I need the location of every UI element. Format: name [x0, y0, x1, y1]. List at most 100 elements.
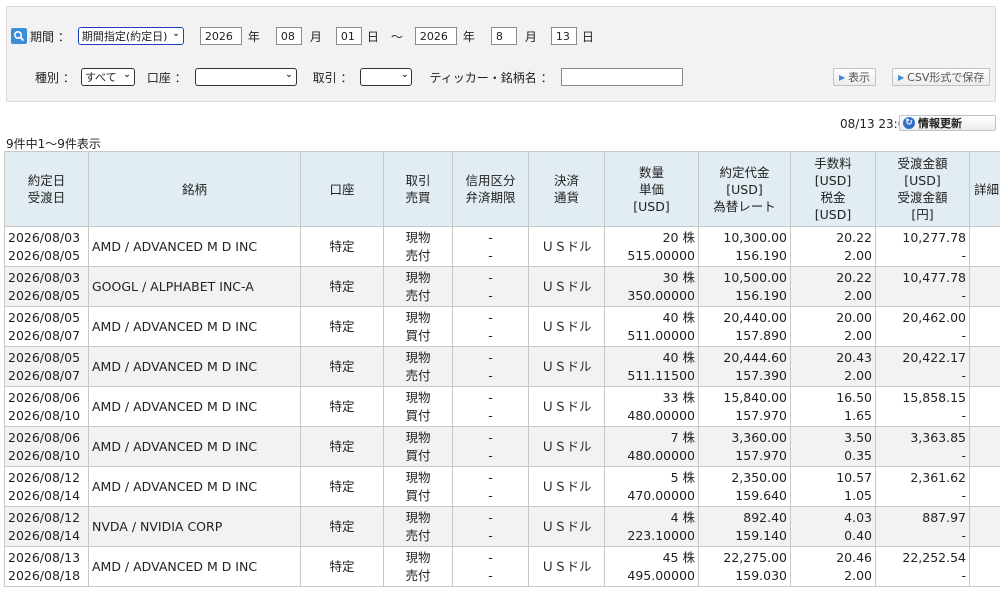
settle-cell: 20,422.17- [875, 346, 970, 387]
currency-cell: ＵＳドル [528, 226, 605, 267]
table-row[interactable]: 2026/08/05 2026/08/07 AMD / ADVANCED M D I… [4, 346, 1000, 387]
account-label: 口座 ： [146, 70, 187, 85]
csv-save-button[interactable]: ▶ CSV形式で保存 [892, 68, 991, 86]
settle-cell: 3,363.85- [875, 426, 970, 467]
table-row[interactable]: 2026/08/06 2026/08/10 AMD / ADVANCED M D I… [4, 426, 1000, 467]
header-name[interactable]: 銘柄 [88, 151, 301, 227]
account-select[interactable]: ⌄ [194, 68, 297, 86]
settle-cell: 2,361.62- [875, 466, 970, 507]
show-button[interactable]: ▶ 表示 [833, 68, 877, 86]
account-cell: 特定 [300, 226, 384, 267]
credit-cell: -- [452, 426, 529, 467]
name-cell: AMD / ADVANCED M D INC [88, 346, 301, 387]
detail-cell[interactable] [969, 386, 1000, 427]
credit-cell: -- [452, 506, 529, 547]
filter-row: 種別 ： すべて ⌄ 口座 ： ⌄ 取引 ： ⌄ ティッカー・銘柄名 ： ▶ 表… [11, 67, 991, 87]
date-cell: 2026/08/12 2026/08/14 [4, 466, 89, 507]
fee-cell: 10.57 1.05 [790, 466, 876, 507]
refresh-info-button[interactable]: ↻ 情報更新 [899, 115, 996, 131]
table-row[interactable]: 2026/08/12 2026/08/14 NVDA / NVIDIA CORP 特定… [4, 506, 1000, 547]
fee-cell: 4.03 0.40 [790, 506, 876, 547]
table-row[interactable]: 2026/08/13 2026/08/18 AMD / ADVANCED M D I… [4, 546, 1000, 587]
qty-cell: 5 株 470.00000 [604, 466, 699, 507]
account-cell: 特定 [300, 306, 384, 347]
fee-cell: 20.22 2.00 [790, 226, 876, 267]
fee-cell: 20.00 2.00 [790, 306, 876, 347]
header-amount[interactable]: 約定代金 [USD] 為替レート [698, 151, 791, 227]
credit-cell: -- [452, 466, 529, 507]
table-row[interactable]: 2026/08/05 2026/08/07 AMD / ADVANCED M D I… [4, 306, 1000, 347]
qty-cell: 30 株 350.00000 [604, 266, 699, 307]
detail-cell[interactable] [969, 266, 1000, 307]
date-cell: 2026/08/06 2026/08/10 [4, 426, 89, 467]
kind-value: すべて [84, 71, 117, 84]
period-type-value: 期間指定(約定日) [81, 30, 168, 43]
amount-cell: 20,444.60 157.390 [698, 346, 791, 387]
settle-cell: 20,462.00- [875, 306, 970, 347]
trade-cell: 現物 売付 [383, 546, 453, 587]
name-cell: AMD / ADVANCED M D INC [88, 466, 301, 507]
account-cell: 特定 [300, 546, 384, 587]
header-settle[interactable]: 受渡金額 [USD] 受渡金額 [円] [875, 151, 970, 227]
from-month-input[interactable]: 08 [275, 27, 302, 45]
date-cell: 2026/08/05 2026/08/07 [4, 346, 89, 387]
filter-panel: 期間 ： 期間指定(約定日) ⌄ 2026 年 08 月 01 日 〜 2026… [6, 6, 996, 102]
detail-cell[interactable] [969, 546, 1000, 587]
amount-cell: 22,275.00 159.030 [698, 546, 791, 587]
currency-cell: ＵＳドル [528, 386, 605, 427]
detail-cell[interactable] [969, 346, 1000, 387]
header-account[interactable]: 口座 [300, 151, 384, 227]
table-row[interactable]: 2026/08/12 2026/08/14 AMD / ADVANCED M D I… [4, 466, 1000, 507]
amount-cell: 20,440.00 157.890 [698, 306, 791, 347]
date-cell: 2026/08/05 2026/08/07 [4, 306, 89, 347]
table-row[interactable]: 2026/08/06 2026/08/10 AMD / ADVANCED M D I… [4, 386, 1000, 427]
period-type-select[interactable]: 期間指定(約定日) ⌄ [77, 27, 184, 45]
from-day-unit: 日 [366, 29, 379, 44]
qty-cell: 40 株 511.11500 [604, 346, 699, 387]
header-qty[interactable]: 数量 単価 [USD] [604, 151, 699, 227]
fee-cell: 20.22 2.00 [790, 266, 876, 307]
to-month-input[interactable]: 8 [490, 27, 517, 45]
to-day-input[interactable]: 13 [550, 27, 577, 45]
header-currency[interactable]: 決済 通貨 [528, 151, 605, 227]
header-date[interactable]: 約定日 受渡日 [4, 151, 89, 227]
detail-cell[interactable] [969, 506, 1000, 547]
date-cell: 2026/08/13 2026/08/18 [4, 546, 89, 587]
header-trade[interactable]: 取引 売買 [383, 151, 453, 227]
from-month-unit: 月 [309, 29, 322, 44]
to-day-unit: 日 [581, 29, 594, 44]
settle-cell: 10,477.78- [875, 266, 970, 307]
from-year-input[interactable]: 2026 [199, 27, 242, 45]
trade-cell: 現物 買付 [383, 466, 453, 507]
to-year-input[interactable]: 2026 [414, 27, 457, 45]
header-fee[interactable]: 手数料 [USD] 税金 [USD] [790, 151, 876, 227]
qty-cell: 7 株 480.00000 [604, 426, 699, 467]
date-cell: 2026/08/12 2026/08/14 [4, 506, 89, 547]
table-row[interactable]: 2026/08/03 2026/08/05 GOOGL / ALPHABET INC… [4, 266, 1000, 307]
ticker-input[interactable] [560, 68, 683, 86]
fee-cell: 16.50 1.65 [790, 386, 876, 427]
search-icon [11, 28, 27, 44]
chevron-down-icon: ⌄ [123, 70, 131, 80]
kind-label: 種別 ： [35, 70, 75, 85]
account-cell: 特定 [300, 386, 384, 427]
period-row: 期間 ： 期間指定(約定日) ⌄ 2026 年 08 月 01 日 〜 2026… [11, 26, 594, 46]
qty-cell: 40 株 511.00000 [604, 306, 699, 347]
account-cell: 特定 [300, 466, 384, 507]
date-cell: 2026/08/06 2026/08/10 [4, 386, 89, 427]
amount-cell: 3,360.00 157.970 [698, 426, 791, 467]
trade-cell: 現物 売付 [383, 226, 453, 267]
header-credit[interactable]: 信用区分 弁済期限 [452, 151, 529, 227]
detail-cell[interactable] [969, 426, 1000, 467]
detail-cell[interactable] [969, 466, 1000, 507]
from-day-input[interactable]: 01 [335, 27, 362, 45]
table-row[interactable]: 2026/08/03 2026/08/05 AMD / ADVANCED M D I… [4, 226, 1000, 267]
detail-cell[interactable] [969, 306, 1000, 347]
credit-cell: -- [452, 266, 529, 307]
name-cell: AMD / ADVANCED M D INC [88, 426, 301, 467]
kind-select[interactable]: すべて ⌄ [80, 68, 135, 86]
trade-cell: 現物 買付 [383, 426, 453, 467]
trade-select[interactable]: ⌄ [360, 68, 413, 86]
detail-cell[interactable] [969, 226, 1000, 267]
currency-cell: ＵＳドル [528, 546, 605, 587]
